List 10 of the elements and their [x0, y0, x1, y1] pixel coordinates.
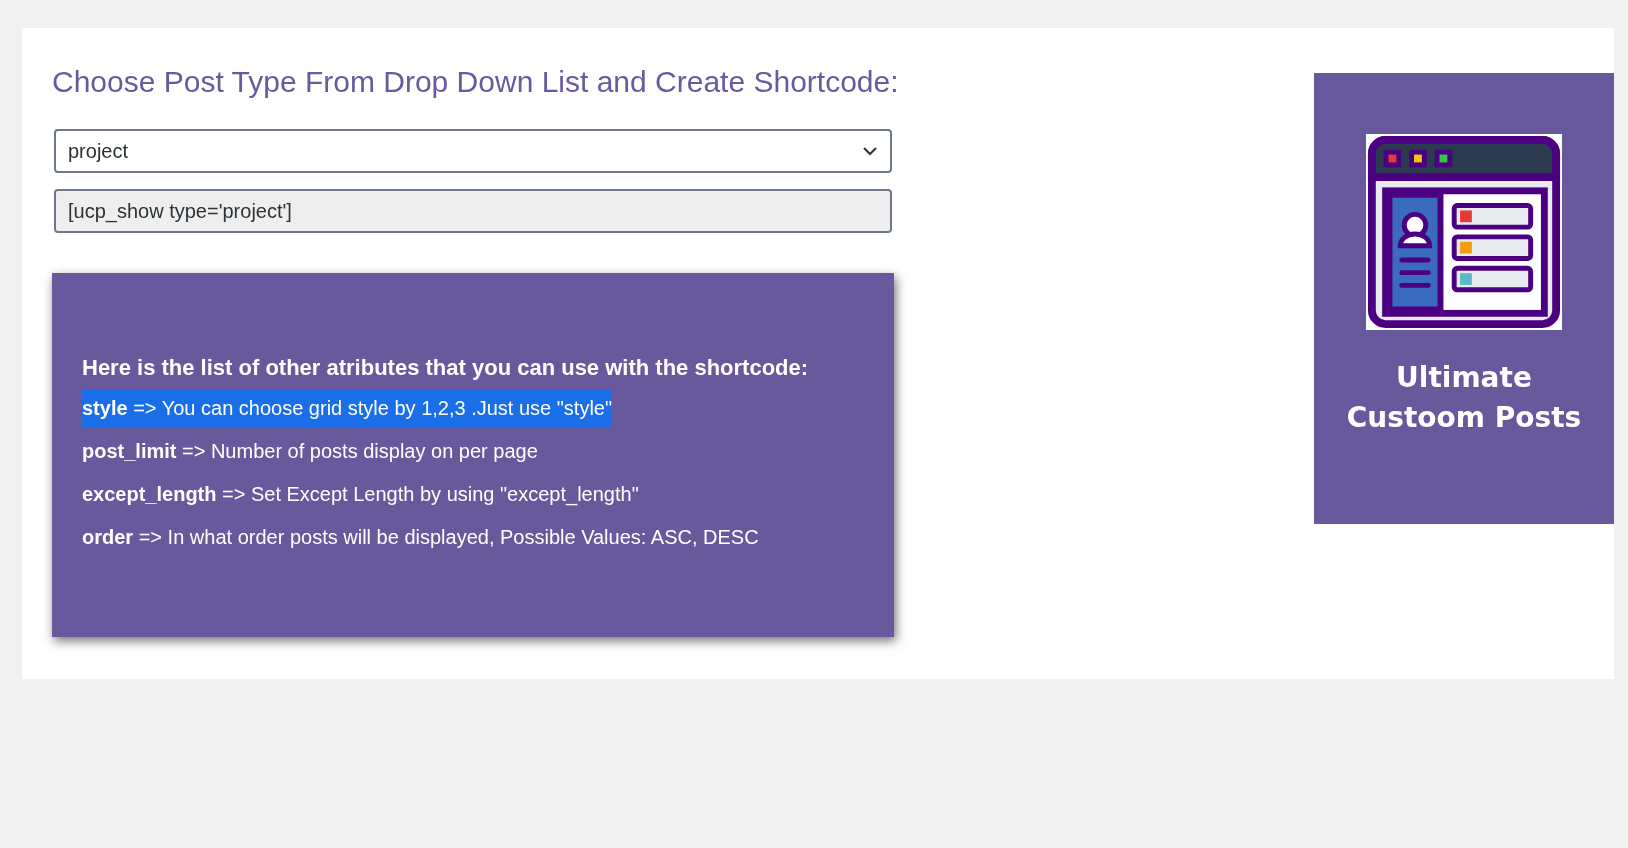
page-heading: Choose Post Type From Drop Down List and Create Shortcode:	[52, 64, 900, 100]
post-type-select[interactable]: project	[54, 129, 892, 173]
attributes-intro: Here is the list of other atributes that you can use with the shortcode:	[82, 355, 810, 381]
shortcode-field[interactable]: [ucp_show type='project']	[54, 189, 892, 233]
chevron-down-icon	[862, 146, 878, 156]
attribute-line: post_limit => Number of posts display on per page	[82, 439, 538, 464]
promo-title: Ultimate Custoom Posts	[1346, 360, 1582, 436]
attribute-line: order => In what order posts will be displayed, Possible Values: ASC, DESC	[82, 525, 759, 550]
browser-window-icon	[1366, 134, 1562, 330]
attribute-line: except_length => Set Except Length by using "except_length"	[82, 482, 639, 508]
